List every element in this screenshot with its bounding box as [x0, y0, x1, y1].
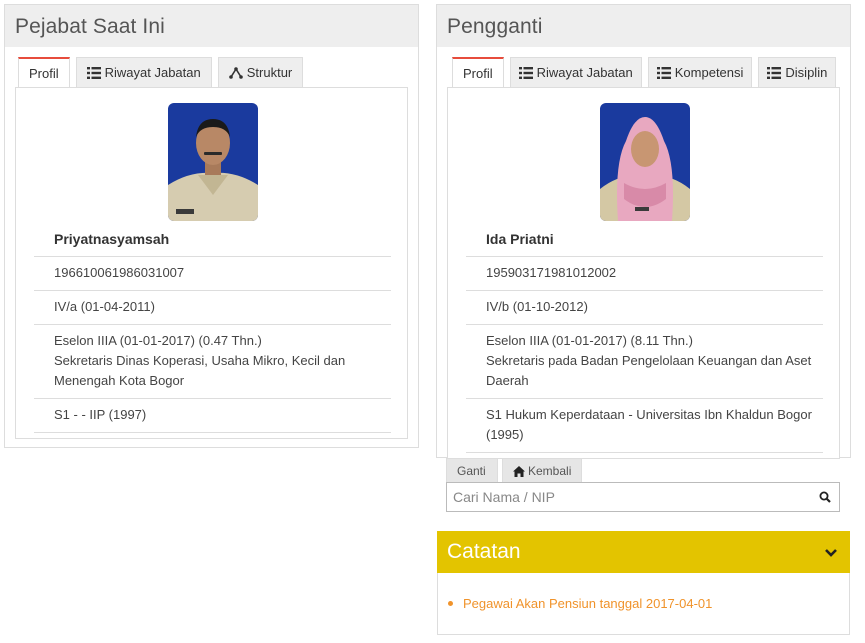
list-icon	[656, 66, 671, 79]
search-icon[interactable]	[811, 491, 839, 503]
list-icon	[518, 66, 533, 79]
ganti-label: Ganti	[457, 464, 486, 478]
panel-title: Pejabat Saat Ini	[5, 5, 418, 47]
profile-tab-content: Ida Priatni 195903171981012002 IV/b (01-…	[447, 87, 840, 459]
profile-name: Priyatnasyamsah	[34, 223, 391, 257]
current-official-panel: Pejabat Saat Ini Profil Riwayat Jabatan …	[4, 4, 419, 448]
tab-label: Riwayat Jabatan	[536, 65, 633, 80]
catatan-item-text: Pegawai Akan Pensiun tanggal 2017-04-01	[463, 596, 713, 611]
tab-disiplin[interactable]: Disiplin	[758, 57, 837, 87]
tab-kompetensi[interactable]: Kompetensi	[647, 57, 753, 87]
kembali-label: Kembali	[528, 464, 572, 478]
profile-golongan: IV/b (01-10-2012)	[466, 291, 823, 325]
sitemap-icon	[228, 66, 243, 79]
official-photo	[168, 103, 258, 221]
catatan-header[interactable]: Catatan	[437, 531, 850, 573]
list-item: Pegawai Akan Pensiun tanggal 2017-04-01	[448, 596, 838, 611]
tab-label: Kompetensi	[674, 65, 744, 80]
catatan-title: Catatan	[447, 540, 521, 563]
left-tabs: Profil Riwayat Jabatan Struktur	[18, 57, 309, 87]
profile-eselon-jabatan: Eselon IIIA (01-01-2017) (0.47 Thn.) Sek…	[34, 325, 391, 399]
bullet-icon	[448, 601, 453, 606]
profile-name: Ida Priatni	[466, 223, 823, 257]
replacement-panel: Pengganti Profil Riwayat Jabatan Kompete…	[436, 4, 851, 459]
profile-eselon: Eselon IIIA (01-01-2017) (0.47 Thn.)	[54, 333, 262, 348]
replacement-photo	[600, 103, 690, 221]
profile-nip: 196610061986031007	[34, 257, 391, 291]
catatan-list: Pegawai Akan Pensiun tanggal 2017-04-01	[448, 596, 838, 611]
tab-struktur[interactable]: Struktur	[217, 57, 304, 87]
panel-title: Pengganti	[437, 5, 850, 47]
chevron-down-icon[interactable]	[824, 540, 838, 564]
ganti-button[interactable]: Ganti	[446, 458, 498, 483]
tab-riwayat-jabatan[interactable]: Riwayat Jabatan	[75, 57, 212, 87]
profile-jabatan: Sekretaris Dinas Koperasi, Usaha Mikro, …	[54, 353, 346, 388]
tab-profil[interactable]: Profil	[452, 57, 504, 87]
profile-tab-content: Priyatnasyamsah 196610061986031007 IV/a …	[15, 87, 408, 439]
kembali-button[interactable]: Kembali	[502, 458, 582, 483]
tab-label: Riwayat Jabatan	[104, 65, 201, 80]
tab-label: Disiplin	[785, 65, 828, 80]
right-tabs: Profil Riwayat Jabatan Kompetensi Disipl…	[452, 57, 837, 87]
profile-info-list: Priyatnasyamsah 196610061986031007 IV/a …	[34, 223, 391, 433]
profile-jabatan: Sekretaris pada Badan Pengelolaan Keuang…	[486, 353, 812, 388]
list-icon	[767, 66, 782, 79]
profile-pendidikan: S1 - - IIP (1997)	[34, 399, 391, 433]
profile-golongan: IV/a (01-04-2011)	[34, 291, 391, 325]
tab-profil[interactable]: Profil	[18, 57, 70, 87]
tab-label: Profil	[29, 65, 59, 81]
list-icon	[86, 66, 101, 79]
tab-label: Struktur	[246, 65, 293, 80]
home-icon	[513, 465, 525, 477]
profile-eselon-jabatan: Eselon IIIA (01-01-2017) (8.11 Thn.) Sek…	[466, 325, 823, 399]
profile-nip: 195903171981012002	[466, 257, 823, 291]
search-input[interactable]	[447, 483, 811, 511]
profile-eselon: Eselon IIIA (01-01-2017) (8.11 Thn.)	[486, 333, 693, 348]
profile-info-list: Ida Priatni 195903171981012002 IV/b (01-…	[466, 223, 823, 453]
tab-riwayat-jabatan[interactable]: Riwayat Jabatan	[509, 57, 642, 87]
search-box	[446, 482, 840, 512]
tab-label: Profil	[463, 65, 493, 81]
profile-pendidikan: S1 Hukum Keperdataan - Universitas Ibn K…	[466, 399, 823, 453]
